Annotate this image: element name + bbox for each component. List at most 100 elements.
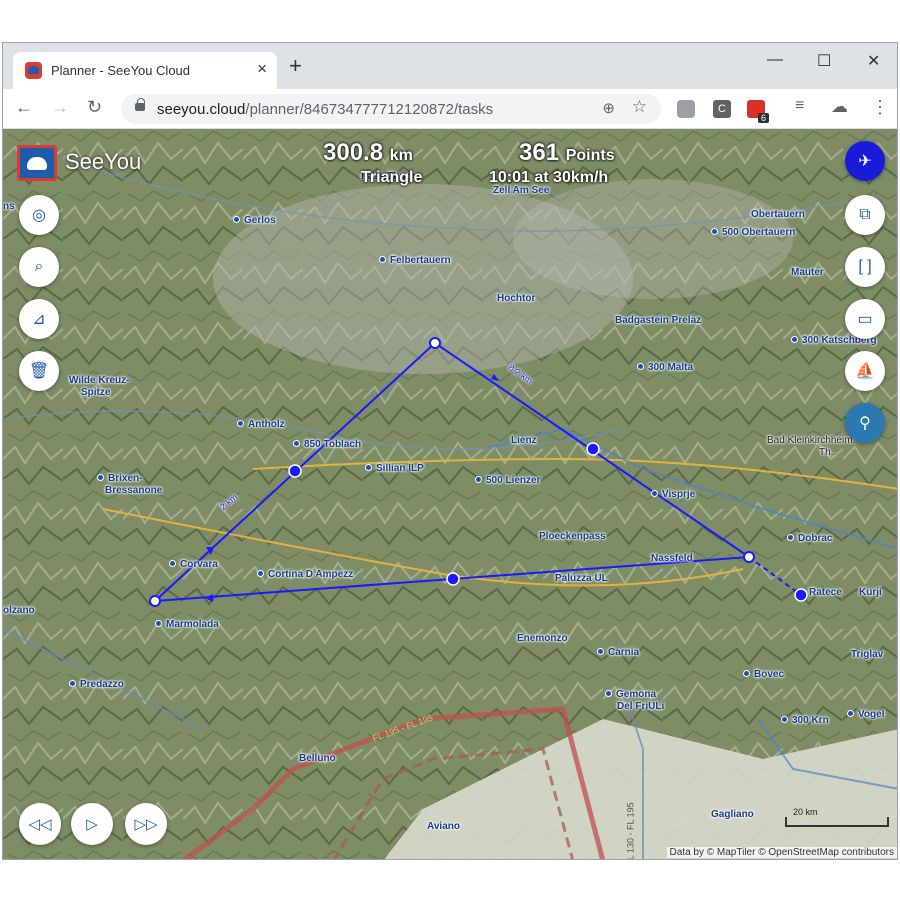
map-label: Marmolada (155, 619, 219, 630)
search-button[interactable]: ⌕ (19, 247, 59, 287)
label-ratece: Ratece (809, 587, 842, 598)
close-window-button[interactable]: ✕ (867, 51, 880, 71)
task-distance: 300.8 km (323, 139, 413, 167)
fullscreen-button[interactable]: [ ] (845, 247, 885, 287)
location-button[interactable]: ⚲ (845, 403, 885, 443)
compass-tool-button[interactable]: ◎ (19, 195, 59, 235)
waypoint-dot-icon (791, 336, 798, 343)
task-midpoint-3[interactable] (446, 572, 460, 586)
task-midpoint-1[interactable] (288, 464, 302, 478)
layers-icon: ⧉ (859, 206, 871, 223)
waypoint-dot-icon (155, 620, 162, 627)
label-triglav: Triglav (851, 649, 884, 660)
map-label: Spitze (81, 387, 110, 398)
location-pin-icon: ⚲ (859, 415, 871, 432)
label-sillian: Sillian ILP (376, 463, 424, 474)
label-gagliano: Gagliano (711, 809, 754, 820)
task-midpoint-2[interactable] (586, 442, 600, 456)
browser-tab[interactable]: Planner - SeeYou Cloud × (13, 52, 277, 89)
task-turnpoint-2[interactable] (743, 551, 755, 563)
label-kurji: Kurji (859, 587, 882, 598)
label-antholz: Antholz (248, 419, 285, 430)
delete-task-button[interactable]: 🗑 (19, 351, 59, 391)
browser-titlebar: Planner - SeeYou Cloud × + — ☐ ✕ (3, 43, 897, 89)
task-points: 361 Points (519, 139, 615, 167)
sail-button[interactable]: ⛵ (845, 351, 885, 391)
map-attribution[interactable]: Data by © MapTiler © OpenStreetMap contr… (666, 847, 897, 858)
back-arrow-icon[interactable]: ← (15, 97, 33, 118)
map-label: Ratece (809, 587, 842, 598)
task-type: Triangle (361, 169, 423, 186)
waypoint-dot-icon (293, 440, 300, 447)
task-finish-point[interactable] (794, 588, 808, 602)
label-bolzano: olzano (3, 605, 35, 616)
map-canvas[interactable]: Gerlos Felbertauern Hochtor Obertauern 5… (3, 129, 897, 859)
play-icon: ▷ (86, 816, 98, 833)
new-tab-button[interactable]: + (289, 55, 302, 77)
map-label: 500 Obertauern (711, 227, 795, 238)
minimize-button[interactable]: — (767, 51, 783, 69)
map-label: Bovec (743, 669, 784, 680)
fast-forward-button[interactable]: ▷▷ (125, 803, 167, 845)
lock-icon (135, 98, 145, 111)
label-marmolada: Marmolada (166, 619, 219, 630)
route-edit-button[interactable]: ⊿ (19, 299, 59, 339)
map-label: Belluno (299, 753, 336, 764)
extension-badge: 6 (758, 113, 770, 123)
extension-c-icon[interactable]: C (713, 100, 731, 118)
play-button[interactable]: ▷ (71, 803, 113, 845)
label-bad-kleinkirchheim-1: Bad Kleinkirchheim: (767, 435, 856, 446)
map-label: Ploeckenpass (539, 531, 606, 542)
seeyou-favicon-icon (25, 62, 42, 79)
label-krn: 300 Krn (792, 715, 829, 726)
label-carnia: Carnia (608, 647, 640, 658)
label-gemona-2: Del FriULi (617, 701, 665, 712)
ruler-button[interactable]: ▭ (845, 299, 885, 339)
waypoint-dot-icon (651, 490, 658, 497)
layers-button[interactable]: ⧉ (845, 195, 885, 235)
task-turnpoint-1[interactable] (429, 337, 441, 349)
task-start-point[interactable] (149, 595, 161, 607)
label-lienzer: 500 Lienzer (486, 475, 541, 486)
distance-value: 300.8 (323, 139, 384, 166)
label-obertauern-500: 500 Obertauern (722, 227, 796, 238)
cloud-extension-icon[interactable]: ☁ (831, 97, 848, 117)
trash-icon: 🗑 (28, 363, 50, 380)
waypoint-dot-icon (69, 680, 76, 687)
ruler-icon: ▭ (857, 311, 873, 328)
label-toblach: 850 Toblach (304, 439, 362, 450)
label-hochtor: Hochtor (497, 293, 536, 304)
label-badgastein: Badgastein Prelaz (615, 315, 702, 326)
label-felbertauern: Felbertauern (390, 255, 451, 266)
address-bar[interactable]: seeyou.cloud/planner/846734777712120872/… (121, 94, 661, 124)
url-domain: seeyou.cloud (157, 101, 246, 118)
map-label: Aviano (427, 821, 460, 832)
media-queue-icon[interactable]: ≡ (795, 97, 804, 115)
rewind-button[interactable]: ◁◁ (19, 803, 61, 845)
map-label: Corvara (169, 559, 218, 570)
label-lienz: Lienz (511, 435, 537, 446)
map-label: Dobrac (787, 533, 832, 544)
bookmark-star-icon[interactable]: ☆ (632, 97, 647, 117)
browser-menu-icon[interactable]: ⋮ (871, 97, 889, 118)
label-obertauern: Obertauern (751, 209, 805, 220)
fullscreen-icon: [ ] (858, 258, 872, 275)
extension-video-icon[interactable] (677, 100, 695, 118)
seeyou-logo-icon[interactable] (17, 145, 57, 181)
zoom-plus-icon[interactable]: ⊕ (602, 99, 615, 117)
tab-close-button[interactable]: × (257, 59, 267, 79)
label-cortina: Cortina D Ampezz (268, 569, 354, 580)
map-label: Gerlos (233, 215, 276, 226)
leg-arrow-3 (205, 594, 213, 602)
map-label: Th.. (819, 447, 836, 458)
north-compass-button[interactable]: ✈ (845, 141, 885, 181)
label-dobrac: Dobrac (798, 533, 833, 544)
maximize-button[interactable]: ☐ (817, 51, 831, 71)
browser-toolbar: ← → ↻ seeyou.cloud/planner/8467347777121… (3, 89, 897, 129)
label-wilde-kreuz-2: Spitze (81, 387, 111, 398)
reload-icon[interactable]: ↻ (87, 97, 102, 118)
map-label: Hochtor (497, 293, 535, 304)
forward-arrow-icon[interactable]: → (51, 97, 69, 118)
waypoint-dot-icon (237, 420, 244, 427)
rewind-icon: ◁◁ (28, 816, 52, 833)
